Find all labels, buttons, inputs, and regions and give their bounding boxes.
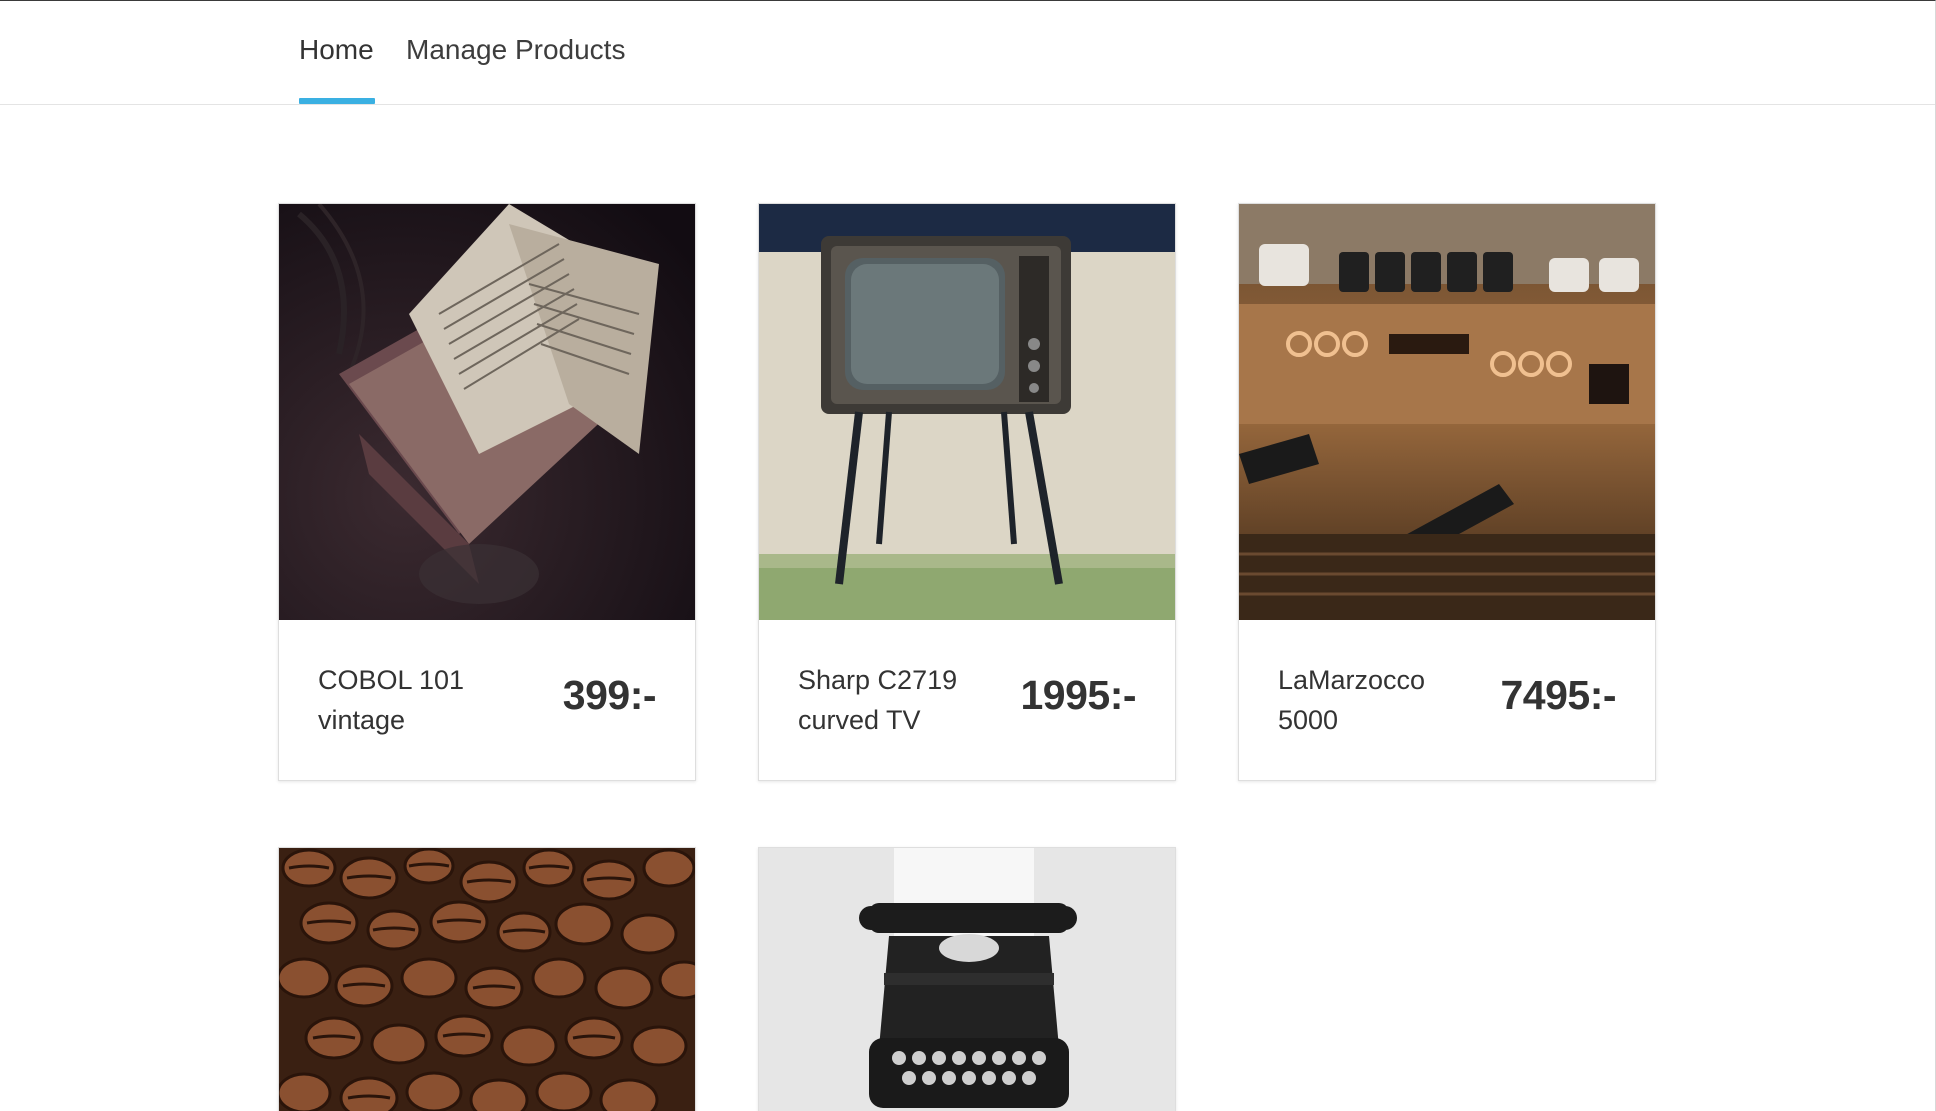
- top-navigation: Home Manage Products: [0, 1, 1935, 105]
- product-card[interactable]: [278, 847, 696, 1111]
- product-card[interactable]: LaMarzocco 5000 7495:-: [1238, 203, 1656, 781]
- product-price: 1995:-: [1020, 672, 1136, 718]
- active-tab-indicator: [299, 98, 375, 104]
- product-info: Sharp C2719 curved TV 1995:-: [759, 620, 1175, 780]
- tab-home-label: Home: [299, 34, 374, 65]
- product-card[interactable]: COBOL 101 vintage 399:-: [278, 203, 696, 781]
- product-image-coffee-beans: [279, 848, 695, 1111]
- tab-manage-products[interactable]: Manage Products: [406, 1, 625, 105]
- product-name: Sharp C2719 curved TV: [798, 665, 958, 735]
- tab-home[interactable]: Home: [299, 1, 374, 105]
- product-name: LaMarzocco 5000: [1278, 665, 1426, 735]
- product-image-typewriter: [759, 848, 1175, 1111]
- product-price: 7495:-: [1500, 672, 1616, 718]
- product-price: 399:-: [562, 672, 657, 718]
- app-window: Home Manage Products COBOL 101 vintage 3…: [0, 0, 1936, 1111]
- product-image-tv: [759, 204, 1175, 620]
- product-info: COBOL 101 vintage 399:-: [279, 620, 695, 780]
- product-image-espresso-machine: [1239, 204, 1655, 620]
- product-card[interactable]: Sharp C2719 curved TV 1995:-: [758, 203, 1176, 781]
- tab-manage-products-label: Manage Products: [406, 34, 626, 65]
- product-name: COBOL 101 vintage: [318, 665, 465, 735]
- product-card[interactable]: [758, 847, 1176, 1111]
- product-info: LaMarzocco 5000 7495:-: [1239, 620, 1655, 780]
- product-image-book: [279, 204, 695, 620]
